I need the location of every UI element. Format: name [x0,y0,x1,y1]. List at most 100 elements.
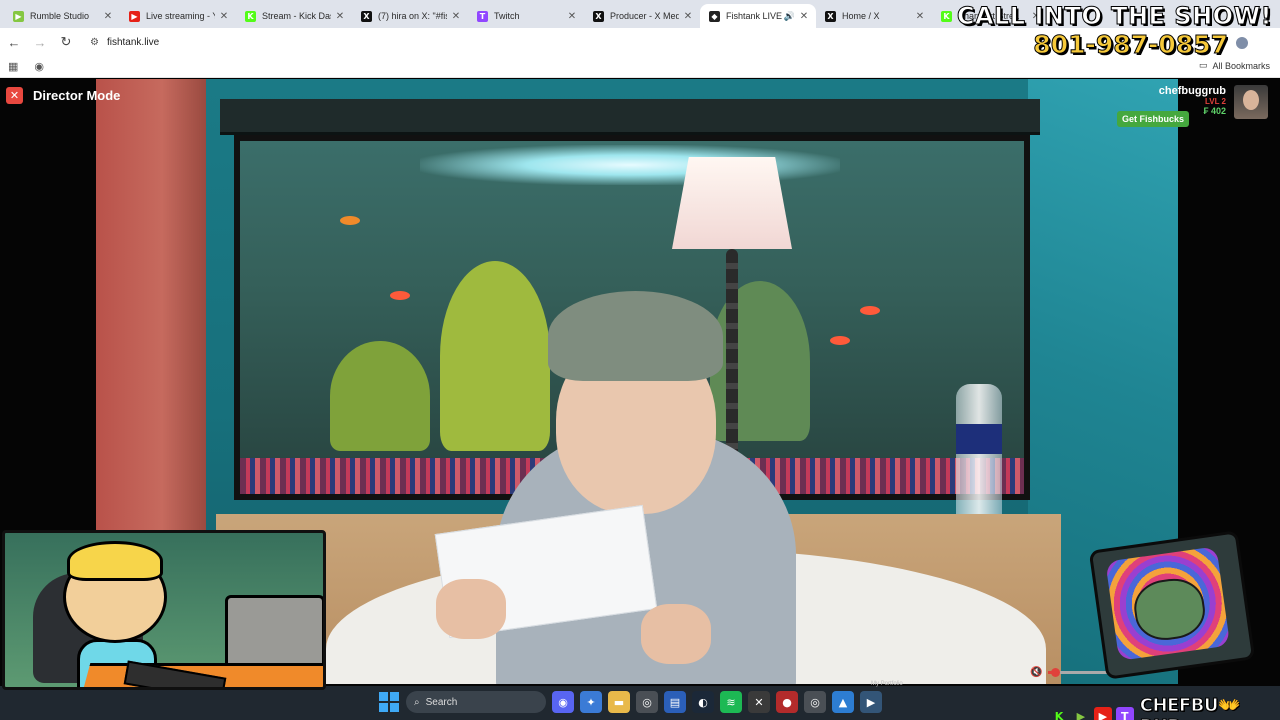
brand-name: CHEFBU👐RUB [1139,695,1241,720]
volume-muted-icon[interactable]: 🔇 [1030,667,1042,678]
fish [390,291,410,300]
discord-icon[interactable]: ◉ [552,691,574,713]
director-mode: ✕ Director Mode [6,87,120,104]
profile-globe-icon[interactable] [1235,36,1249,50]
fish [830,336,850,345]
browser-tab[interactable]: ◆ Fishtank LIVE 🔊 ✕ [700,4,816,28]
portfolio-label[interactable]: My Portfolio [871,681,903,687]
steam-icon[interactable]: ◐ [692,691,714,713]
close-tab-icon[interactable]: ✕ [102,11,114,22]
fishtank-icon: ◆ [709,10,720,22]
rumble-icon: ▶ [13,10,24,22]
screen: ▶ Rumble Studio ✕ ▶ Live streaming - Yo ✕ K Str… [0,0,1280,720]
tab-label: (7) hira on X: "#fish [378,11,447,21]
tab-label: Producer - X Media [610,11,679,21]
kick-icon: K [245,10,256,22]
tab-label: Twitch [494,11,520,21]
aquarium-plant [440,261,550,451]
browser-tab[interactable]: ▶ Rumble Studio ✕ [4,4,120,28]
taskbar-search[interactable]: ⌕ Search [406,691,546,713]
photos-icon[interactable]: ▲ [832,691,854,713]
kick-icon: K [1054,709,1064,720]
globe-bookmark-icon[interactable]: ◉ [34,60,44,73]
tab-audio-icon[interactable]: 🔊 [784,11,795,22]
tab-label: Home / X [842,11,880,21]
cartoon-hair [67,541,163,581]
lamp-pole [726,249,738,459]
close-tab-icon[interactable]: ✕ [450,11,462,22]
chrome-alt-icon[interactable]: ◎ [804,691,826,713]
twitch-icon: T [1115,707,1134,720]
cartoon-avatar-overlay [2,530,326,690]
call-in-title: CALL INTO THE SHOW! [956,2,1272,31]
browser-tab[interactable]: T Twitch ✕ [468,4,584,28]
volume-knob[interactable] [1051,668,1061,677]
x-icon: X [825,10,836,22]
call-in-phone: 801-987-0857 [1033,30,1229,60]
tab-label: Fishtank LIVE [726,11,782,21]
obs-record-icon[interactable]: ● [776,691,798,713]
right-hand [641,604,711,664]
tab-label: Rumble Studio [30,11,90,21]
tab-label: Stream - Kick Dash [262,11,331,21]
left-hand [436,579,506,639]
close-tab-icon[interactable]: ✕ [682,11,694,22]
close-tab-icon[interactable]: ✕ [218,11,230,22]
close-tab-icon[interactable]: ✕ [334,11,346,22]
app-icon[interactable]: ▶ [860,691,882,713]
water-bottle [956,384,1002,524]
back-icon[interactable]: ← [2,30,26,54]
aquarium-plant [330,341,430,451]
avatar[interactable] [1234,85,1268,119]
bottle-label [956,424,1002,454]
copilot-icon[interactable]: ✦ [580,691,602,713]
kick-icon: K [941,10,952,22]
apps-grid-icon[interactable]: ▦ [8,60,18,73]
fish [340,216,360,225]
close-director-icon[interactable]: ✕ [6,87,23,104]
get-fishbucks-button[interactable]: Get Fishbucks [1117,111,1190,127]
close-tab-icon[interactable]: ✕ [798,11,810,22]
forward-icon[interactable]: → [28,30,52,54]
twitch-icon: T [477,10,488,22]
username[interactable]: chefbuggrub [1159,85,1226,97]
file-explorer-icon[interactable]: ▬ [608,691,630,713]
tab-label: Live streaming - Yo [146,11,215,21]
url-field[interactable]: ⚙ fishtank.live [90,37,159,48]
reload-icon[interactable]: ↻ [54,30,78,54]
store-icon[interactable]: ▤ [664,691,686,713]
youtube-icon: ▶ [129,10,140,22]
search-placeholder: Search [425,696,458,708]
close-tab-icon[interactable]: ✕ [566,11,578,22]
x-icon: X [593,10,604,22]
browser-tab[interactable]: X Producer - X Media✕ [584,4,700,28]
social-links: K ▶ ▶ T CHEFBU👐RUB [1050,695,1280,720]
terminal-icon[interactable]: ✕ [748,691,770,713]
person-beanie [548,291,723,381]
folder-icon: ▭ [1198,60,1208,70]
close-tab-icon[interactable]: ✕ [914,11,926,22]
lamp-shade [672,157,792,249]
browser-tab[interactable]: X Home / X ✕ [816,4,932,28]
all-bookmarks-button[interactable]: ▭ All Bookmarks [1199,60,1270,71]
fishbucks-balance: ₣ 402 [1203,106,1226,116]
taskbar-items: ⌕ Search ◉ ✦ ▬ ◎ ▤ ◐ ≋ ✕ ● ◎ ▲ ▶ [378,691,882,713]
tv-overlay [1088,530,1256,680]
spotify-icon[interactable]: ≋ [720,691,742,713]
call-in-overlay: CALL INTO THE SHOW! 801-987-0857 [956,2,1272,60]
site-info-icon[interactable]: ⚙ [90,37,99,48]
url-text: fishtank.live [106,36,160,48]
rumble-icon: ▶ [1076,709,1086,720]
browser-tab[interactable]: ▶ Live streaming - Yo ✕ [120,4,236,28]
browser-tab[interactable]: X (7) hira on X: "#fish✕ [352,4,468,28]
browser-tab[interactable]: K Stream - Kick Dash✕ [236,4,352,28]
director-mode-label: Director Mode [33,88,121,103]
all-bookmarks-label: All Bookmarks [1212,60,1270,71]
bookmarks-bar: ▦ ◉ ▭ All Bookmarks [0,56,1280,78]
aquarium-plant [710,281,810,441]
chrome-icon[interactable]: ◎ [636,691,658,713]
windows-start-icon[interactable] [378,691,400,713]
youtube-icon: ▶ [1093,707,1112,720]
aquarium-lid [220,99,1040,135]
user-level: LVL 2 [1204,97,1226,106]
